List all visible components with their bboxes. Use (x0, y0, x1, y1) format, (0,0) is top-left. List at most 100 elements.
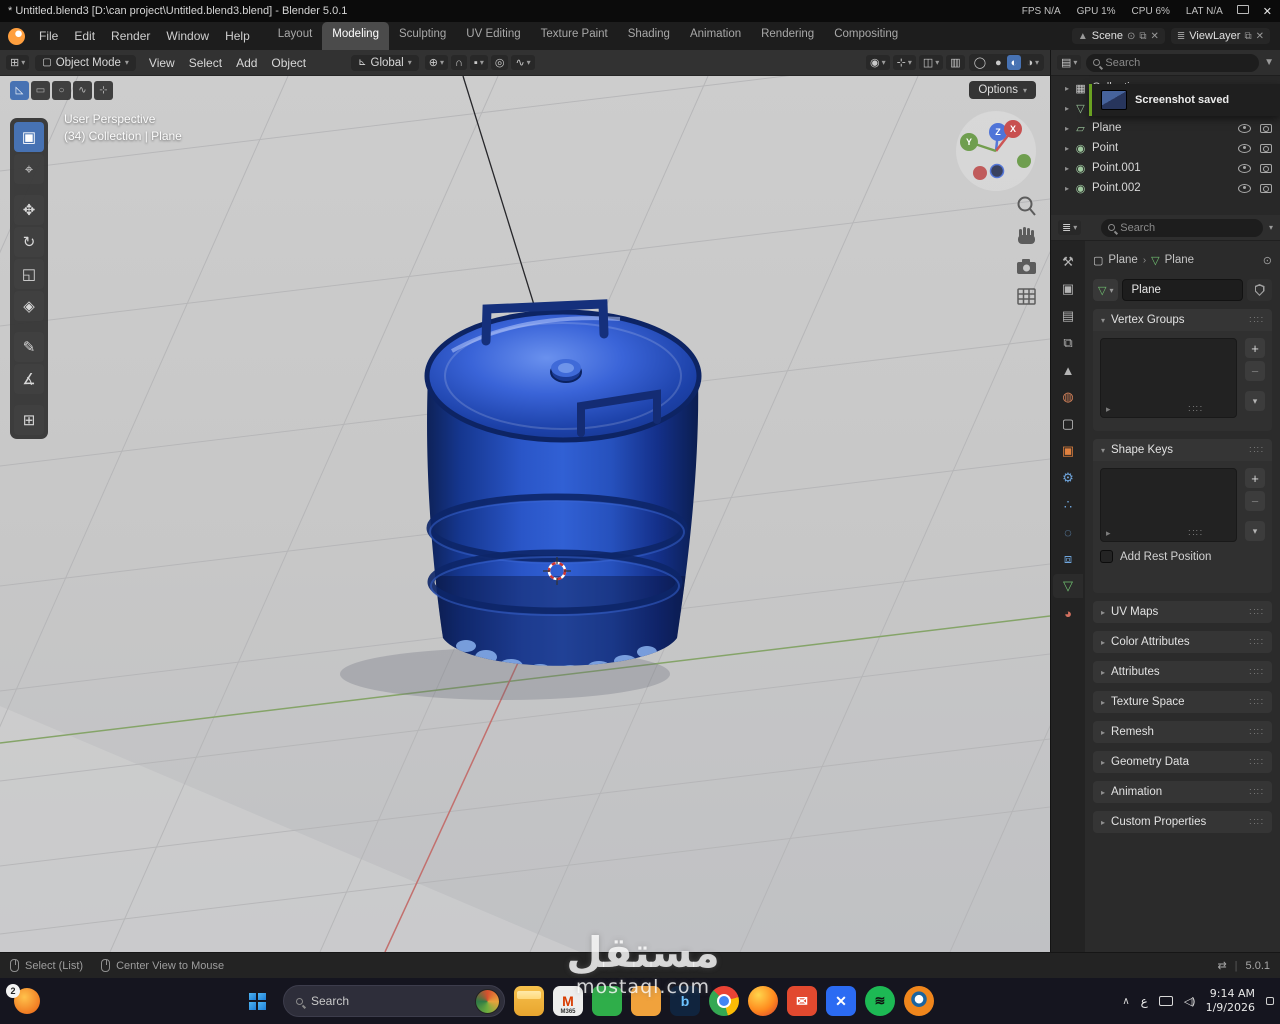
proportional-falloff-dropdown[interactable]: ∿ ▾ (511, 55, 535, 70)
tab-constraints[interactable]: ⧈ (1053, 547, 1083, 571)
close-button[interactable]: ✕ (1263, 5, 1272, 18)
hide-eye-icon[interactable] (1238, 123, 1251, 133)
object-name[interactable]: Plane (1092, 122, 1121, 134)
gizmo-neg-x-axis[interactable] (973, 166, 987, 180)
copy-viewlayer-icon[interactable]: ⧉ (1244, 31, 1251, 42)
tool-select-box[interactable]: ▣ (14, 122, 44, 152)
disable-render-icon[interactable] (1260, 183, 1272, 193)
shape-keys-list[interactable]: ▸ ∷∷ (1100, 468, 1237, 542)
proportional-editing-toggle[interactable]: ◎ (490, 55, 509, 70)
snap-toggle[interactable]: ∩ (451, 55, 467, 70)
collapsed-panel-header[interactable]: ▸ Texture Space ∷∷ (1093, 691, 1272, 713)
disable-render-icon[interactable] (1260, 143, 1272, 153)
tool-3d-cursor[interactable]: ⌖ (14, 154, 44, 184)
vertex-groups-header[interactable]: ▾ Vertex Groups ∷∷ (1093, 309, 1272, 331)
tool-annotate[interactable]: ✎ (14, 332, 44, 362)
snap-target-dropdown[interactable]: ▪ ▾ (469, 55, 488, 70)
3d-viewport[interactable]: Z X Y ◺ ▭ ○ ∿ ⊹ Options ▾ User Perspecti… (0, 76, 1050, 952)
select-mode-circle[interactable]: ○ (52, 81, 71, 100)
taskbar-orange-app[interactable] (631, 986, 661, 1016)
tab-physics[interactable]: ◌ (1053, 520, 1083, 544)
properties-editor-dropdown[interactable]: ≣ ▾ (1058, 220, 1082, 235)
panel-grip[interactable]: ∷∷ (1249, 315, 1264, 326)
tab-object[interactable]: ▣ (1053, 439, 1083, 463)
menu-item[interactable]: Window (158, 22, 217, 50)
weather-widget[interactable]: 2 (6, 984, 44, 1016)
taskbar-firefox[interactable] (748, 986, 778, 1016)
expand-icon[interactable]: ▸ (1065, 84, 1069, 93)
editor-type-dropdown[interactable]: ⊞ ▾ (6, 55, 30, 70)
display-icon[interactable] (1236, 5, 1249, 14)
pin-id-icon[interactable]: ⊙ (1263, 254, 1272, 267)
object-name[interactable]: Point.001 (1092, 162, 1141, 174)
tool-transform[interactable]: ◈ (14, 291, 44, 321)
tray-overflow-chevron[interactable]: ∧ (1122, 996, 1129, 1007)
taskbar-mail[interactable]: ✉ (787, 986, 817, 1016)
blender-logo-icon[interactable] (8, 27, 25, 45)
gizmo-neg-y-axis[interactable] (1017, 154, 1031, 168)
panel-grip[interactable]: ∷∷ (1249, 445, 1264, 456)
panel-grip[interactable]: ∷∷ (1249, 727, 1264, 738)
disable-render-icon[interactable] (1260, 163, 1272, 173)
outliner-editor-dropdown[interactable]: ▤ ▾ (1057, 55, 1082, 70)
menu-item[interactable]: Render (103, 22, 158, 50)
tab-object-data[interactable]: ▽ (1053, 574, 1083, 598)
outliner-row[interactable]: ▸ ◉ Point.001 (1051, 158, 1280, 178)
taskbar-spotify[interactable]: ≋ (865, 986, 895, 1016)
xray-toggle[interactable]: ▥ (946, 55, 965, 70)
taskbar-x-app[interactable]: ✕ (826, 986, 856, 1016)
menu-select[interactable]: Select (182, 56, 229, 70)
expand-icon[interactable]: ▸ (1065, 184, 1069, 193)
collapsed-panel-header[interactable]: ▸ Remesh ∷∷ (1093, 721, 1272, 743)
hide-eye-icon[interactable] (1238, 143, 1251, 153)
shading-rendered[interactable]: ◑ ▾ (1022, 55, 1043, 70)
viewlayer-selector[interactable]: ≣ ViewLayer ⧉ ✕ (1170, 28, 1270, 44)
shape-keys-header[interactable]: ▾ Shape Keys ∷∷ (1093, 439, 1272, 461)
collapsed-panel-header[interactable]: ▸ UV Maps ∷∷ (1093, 601, 1272, 623)
add-shape-key-button[interactable]: + (1245, 468, 1265, 488)
expand-icon[interactable]: ▸ (1065, 164, 1069, 173)
scene-selector[interactable]: ▲ Scene ⊙ ⧉ ✕ (1071, 28, 1165, 44)
tab-modifiers[interactable]: ⚙ (1053, 466, 1083, 490)
taskbar-file-explorer[interactable] (514, 986, 544, 1016)
tool-move[interactable]: ✥ (14, 195, 44, 225)
panel-grip[interactable]: ∷∷ (1249, 787, 1264, 798)
panel-grip[interactable]: ∷∷ (1249, 667, 1264, 678)
workspace-tab-layout[interactable]: Layout (268, 22, 323, 50)
tab-view-layer[interactable]: ⧉ (1053, 331, 1083, 355)
tab-tool[interactable]: ⚒ (1053, 250, 1083, 274)
collapsed-panel-header[interactable]: ▸ Color Attributes ∷∷ (1093, 631, 1272, 653)
panel-grip[interactable]: ∷∷ (1249, 817, 1264, 828)
object-name[interactable]: Point.002 (1092, 182, 1141, 194)
list-expand-icon[interactable]: ▸ (1106, 528, 1111, 539)
overlays-dropdown[interactable]: ◫ ▾ (918, 55, 944, 70)
pivot-point-dropdown[interactable]: ⊕ ▾ (424, 55, 448, 70)
transform-orientation-dropdown[interactable]: ⊾ Global ▾ (351, 54, 419, 71)
tool-measure[interactable]: ∡ (14, 364, 44, 394)
list-grip[interactable]: ∷∷ (1188, 404, 1203, 415)
delete-viewlayer-icon[interactable]: ✕ (1256, 31, 1264, 42)
shape-key-specials-button[interactable]: ▾ (1245, 521, 1265, 541)
breadcrumb-object[interactable]: Plane (1108, 254, 1137, 266)
datablock-name-input[interactable]: Plane (1122, 279, 1243, 301)
tab-output[interactable]: ▤ (1053, 304, 1083, 328)
panel-grip[interactable]: ∷∷ (1249, 697, 1264, 708)
object-visibility-dropdown[interactable]: ◉ ▾ (866, 55, 890, 70)
gizmo-neg-z-axis[interactable] (989, 163, 1005, 179)
copy-scene-icon[interactable]: ⧉ (1139, 31, 1146, 42)
workspace-tab-rendering[interactable]: Rendering (751, 22, 824, 50)
taskbar-green-app[interactable] (592, 986, 622, 1016)
filter-icon[interactable]: ▼ (1264, 57, 1274, 68)
breadcrumb-data[interactable]: Plane (1165, 254, 1194, 266)
menu-object[interactable]: Object (264, 56, 313, 70)
delete-scene-icon[interactable]: ✕ (1151, 31, 1159, 42)
tool-rotate[interactable]: ↻ (14, 227, 44, 257)
fake-user-button[interactable] (1247, 279, 1272, 301)
shading-wireframe[interactable]: ◯ (969, 55, 991, 70)
select-mode-box[interactable]: ▭ (31, 81, 50, 100)
outliner-row[interactable]: ▸ ◉ Point (1051, 138, 1280, 158)
collapsed-panel-header[interactable]: ▸ Custom Properties ∷∷ (1093, 811, 1272, 833)
hide-eye-icon[interactable] (1238, 163, 1251, 173)
shading-material-preview[interactable]: ◐ (1006, 55, 1022, 70)
menu-add[interactable]: Add (229, 56, 264, 70)
